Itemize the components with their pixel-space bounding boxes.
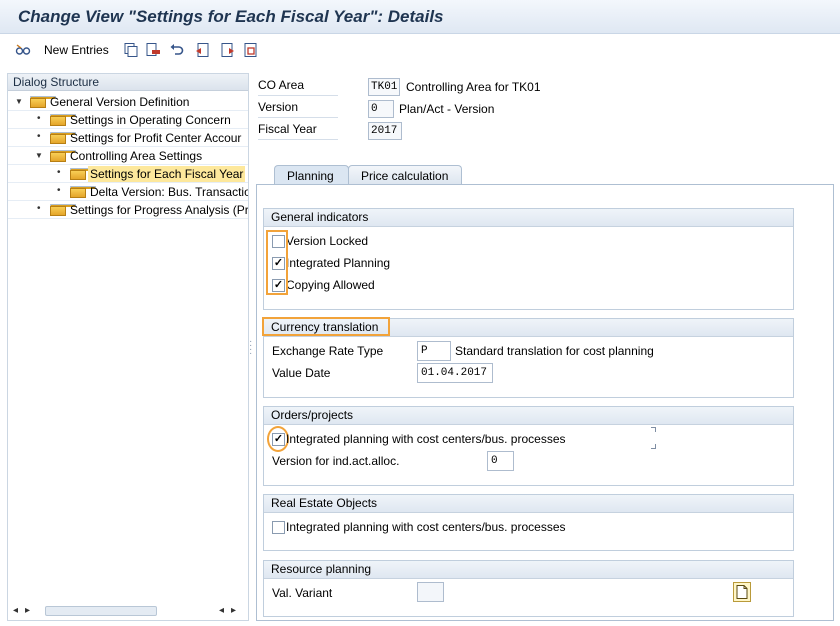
tab-strip: Planning Price calculation: [256, 165, 834, 185]
copying-allowed-label: Copying Allowed: [286, 278, 375, 292]
title-bar: Change View "Settings for Each Fiscal Ye…: [0, 0, 840, 34]
tree-item-controlling-area-settings[interactable]: ▼ Controlling Area Settings: [8, 147, 248, 165]
orders-integrated-planning-checkbox[interactable]: ✓: [272, 433, 285, 446]
dialog-structure-title: Dialog Structure: [8, 74, 248, 91]
edit-glasses-icon[interactable]: [15, 42, 31, 58]
version-label: Version: [258, 100, 338, 118]
co-area-label: CO Area: [258, 78, 338, 96]
folder-icon: [50, 150, 76, 162]
tree-item-profit-center-accounting[interactable]: • Settings for Profit Center Accour: [8, 129, 248, 147]
orders-projects-group: Orders/projects: [263, 406, 794, 486]
orders-integrated-planning-label: Integrated planning with cost centers/bu…: [286, 432, 566, 446]
tab-price-calculation[interactable]: Price calculation: [348, 165, 462, 185]
panel-splitter-handle[interactable]: · · · ·: [249, 337, 253, 359]
real-estate-integrated-planning-checkbox[interactable]: [272, 521, 285, 534]
folder-icon: [50, 132, 76, 144]
real-estate-integrated-planning-label: Integrated planning with cost centers/bu…: [286, 520, 566, 534]
group-title: Currency translation: [264, 319, 793, 337]
version-ind-act-alloc-label: Version for ind.act.alloc.: [272, 454, 400, 468]
focus-corner: [651, 444, 656, 449]
group-title: Resource planning: [264, 561, 793, 579]
co-area-field: TK01: [368, 78, 400, 96]
value-date-label: Value Date: [272, 366, 331, 380]
scroll-right-icon[interactable]: ▸: [25, 605, 30, 616]
scroll-left-icon[interactable]: ◂: [219, 605, 224, 616]
version-field: 0: [368, 100, 394, 118]
next-entry-icon[interactable]: [220, 42, 236, 58]
expand-arrow-icon[interactable]: ▼: [35, 151, 44, 160]
bullet-icon: •: [37, 131, 41, 142]
integrated-planning-label: Integrated Planning: [286, 256, 391, 270]
horizontal-scrollbar[interactable]: ◂ ▸ ◂ ▸: [8, 602, 248, 620]
tree-item-general-version-definition[interactable]: ▼ General Version Definition: [8, 93, 248, 111]
tree-item-label[interactable]: Delta Version: Bus. Transactio: [88, 184, 248, 200]
tree-item-label[interactable]: Settings for Progress Analysis (Pr: [68, 202, 248, 218]
scrollbar-thumb[interactable]: [45, 606, 157, 616]
tab-planning[interactable]: Planning: [274, 165, 349, 185]
version-description: Plan/Act - Version: [399, 102, 495, 116]
tree-item-label[interactable]: Settings for Each Fiscal Year: [88, 166, 246, 182]
group-title: Orders/projects: [264, 407, 793, 425]
exchange-rate-type-description: Standard translation for cost planning: [455, 344, 654, 358]
tree-item-delta-version[interactable]: • Delta Version: Bus. Transactio: [8, 183, 248, 201]
new-entries-button[interactable]: New Entries: [44, 43, 109, 57]
version-locked-checkbox[interactable]: [272, 235, 285, 248]
folder-icon: [30, 96, 56, 108]
co-area-description: Controlling Area for TK01: [406, 80, 541, 94]
tree-item-label[interactable]: Controlling Area Settings: [68, 148, 204, 164]
fiscal-year-field: 2017: [368, 122, 402, 140]
bullet-icon: •: [37, 113, 41, 124]
version-locked-label: Version Locked: [286, 234, 369, 248]
tree-item-settings-each-fiscal-year[interactable]: • Settings for Each Fiscal Year: [8, 165, 248, 183]
page-title: Change View "Settings for Each Fiscal Ye…: [18, 7, 444, 26]
select-all-icon[interactable]: [243, 42, 259, 58]
val-variant-label: Val. Variant: [272, 586, 333, 600]
copying-allowed-checkbox[interactable]: ✓: [272, 279, 285, 292]
integrated-planning-checkbox[interactable]: ✓: [272, 257, 285, 270]
open-folder-icon: [70, 168, 96, 180]
scroll-right-icon[interactable]: ▸: [231, 605, 236, 616]
exchange-rate-type-input[interactable]: P: [417, 341, 451, 361]
val-variant-input[interactable]: [417, 582, 444, 602]
previous-entry-icon[interactable]: [194, 42, 210, 58]
group-title: Real Estate Objects: [264, 495, 793, 513]
application-toolbar: New Entries: [0, 34, 840, 66]
resource-planning-group: Resource planning: [263, 560, 794, 617]
fiscal-year-label: Fiscal Year: [258, 122, 338, 140]
value-date-input[interactable]: 01.04.2017: [417, 363, 493, 383]
folder-icon: [50, 204, 76, 216]
group-title: General indicators: [264, 209, 793, 227]
bullet-icon: •: [37, 203, 41, 214]
exchange-rate-type-label: Exchange Rate Type: [272, 344, 384, 358]
expand-arrow-icon[interactable]: ▼: [15, 97, 24, 106]
folder-icon: [50, 114, 76, 126]
version-ind-act-alloc-input[interactable]: 0: [487, 451, 514, 471]
tree-item-operating-concern[interactable]: • Settings in Operating Concern: [8, 111, 248, 129]
bullet-icon: •: [57, 185, 61, 196]
tree-item-progress-analysis[interactable]: • Settings for Progress Analysis (Pr: [8, 201, 248, 219]
focus-corner: [651, 427, 656, 432]
scroll-left-icon[interactable]: ◂: [13, 605, 18, 616]
tree-item-label[interactable]: Settings for Profit Center Accour: [68, 130, 243, 146]
folder-icon: [70, 186, 96, 198]
copy-icon[interactable]: [123, 42, 139, 58]
tree-item-label[interactable]: General Version Definition: [48, 94, 191, 110]
undo-icon[interactable]: [169, 42, 185, 58]
dialog-structure-panel: Dialog Structure ▼ General Version Defin…: [7, 73, 249, 621]
bullet-icon: •: [57, 167, 61, 178]
tree-item-label[interactable]: Settings in Operating Concern: [68, 112, 233, 128]
create-document-icon[interactable]: [733, 582, 751, 602]
delete-icon[interactable]: [145, 42, 161, 58]
